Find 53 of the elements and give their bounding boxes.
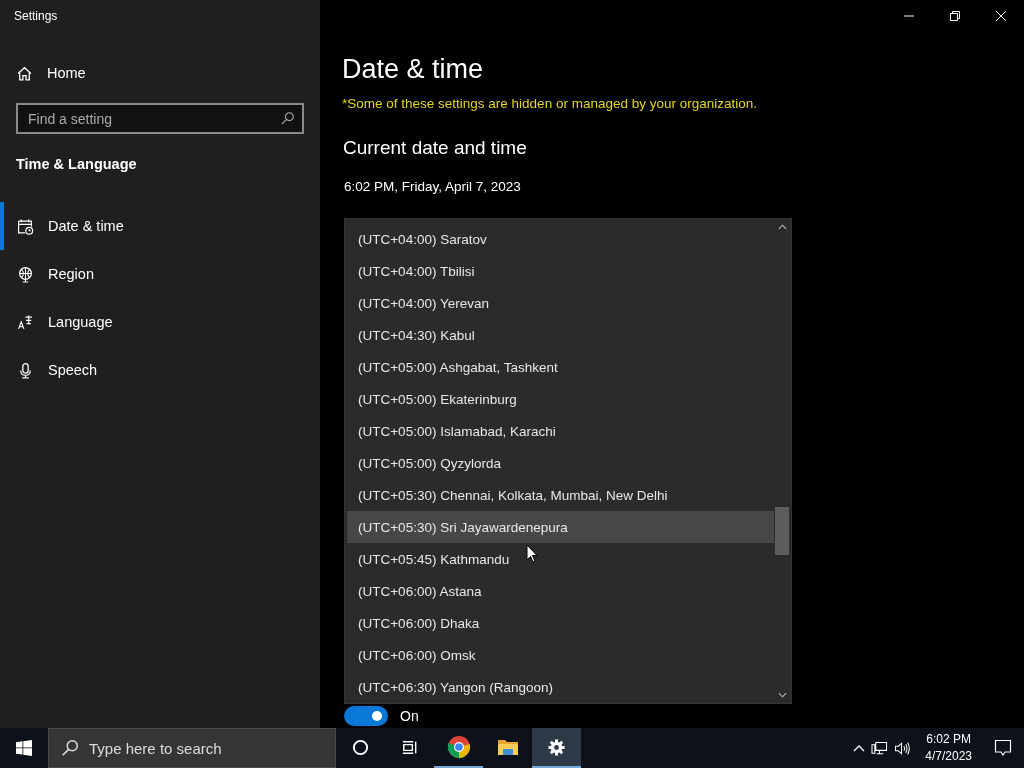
time-zone-option[interactable]: (UTC+05:00) Ekaterinburg (347, 383, 774, 415)
toggle-switch[interactable] (344, 706, 388, 726)
time-zone-option[interactable]: (UTC+06:30) Yangon (Rangoon) (347, 671, 774, 703)
nav-item[interactable]: Language (0, 298, 320, 346)
home-icon (16, 64, 33, 82)
time-zone-option[interactable]: (UTC+05:00) Ashgabat, Tashkent (347, 351, 774, 383)
nav-item[interactable]: Date & time (0, 202, 320, 250)
restore-icon (950, 11, 960, 21)
microphone-icon (17, 361, 34, 379)
taskbar-clock[interactable]: 6:02 PM 4/7/2023 (917, 731, 980, 765)
scroll-up-icon[interactable] (777, 224, 787, 230)
volume-icon[interactable] (894, 740, 912, 756)
time-zone-option[interactable]: (UTC+05:00) Islamabad, Karachi (347, 415, 774, 447)
current-date-time: 6:02 PM, Friday, April 7, 2023 (344, 179, 522, 194)
time-zone-option[interactable]: (UTC+05:00) Qyzylorda (347, 447, 774, 479)
search-icon (280, 111, 295, 126)
language-icon (17, 313, 34, 331)
scroll-down-icon[interactable] (777, 692, 787, 698)
search-icon (61, 739, 79, 757)
page-title: Date & time (342, 54, 485, 86)
mouse-cursor-icon (526, 544, 538, 563)
network-icon[interactable] (871, 740, 889, 756)
calendar-clock-icon (17, 217, 34, 235)
nav-item[interactable]: Speech (0, 346, 320, 394)
time-zone-option[interactable]: (UTC+04:30) Kabul (347, 319, 774, 351)
globe-icon (17, 265, 34, 283)
time-zone-option[interactable]: (UTC+06:00) Omsk (347, 639, 774, 671)
settings-icon (547, 737, 566, 757)
windows-logo-icon (16, 740, 32, 756)
browser-icon (446, 735, 471, 759)
circle-icon (351, 737, 370, 757)
home-nav-item[interactable]: Home (16, 58, 94, 88)
window-title: Settings (14, 9, 58, 23)
time-zone-option[interactable]: (UTC+05:30) Sri Jayawardenepura (347, 511, 774, 543)
nav-item[interactable]: Region (0, 250, 320, 298)
section-heading: Time & Language (16, 156, 138, 172)
scrollbar-thumb[interactable] (775, 507, 789, 555)
time-zone-option[interactable]: (UTC+04:00) Yerevan (347, 287, 774, 319)
time-zone-option[interactable]: (UTC+05:45) Kathmandu (347, 543, 774, 575)
taskbar-app-button[interactable] (532, 728, 581, 768)
time-zone-option[interactable]: (UTC+06:00) Astana (347, 575, 774, 607)
time-zone-option[interactable]: (UTC+04:00) Tbilisi (347, 255, 774, 287)
taskbar-search-field[interactable]: Type here to search (48, 728, 336, 768)
search-field[interactable]: Find a setting (16, 103, 304, 134)
close-icon (996, 11, 1006, 21)
toggle-label: On (400, 708, 419, 724)
time-zone-option[interactable]: (UTC+06:00) Dhaka (347, 607, 774, 639)
chevron-up-icon[interactable] (853, 744, 866, 752)
managed-notice: *Some of these settings are hidden or managed by your organization. (342, 96, 758, 111)
section-heading: Current date and time (343, 137, 528, 159)
time-zone-option[interactable]: (UTC+05:30) Chennai, Kolkata, Mumbai, New Delhi (347, 479, 774, 511)
time-zone-option[interactable]: (UTC+04:00) Saratov (347, 223, 774, 255)
notification-icon[interactable] (994, 739, 1012, 757)
